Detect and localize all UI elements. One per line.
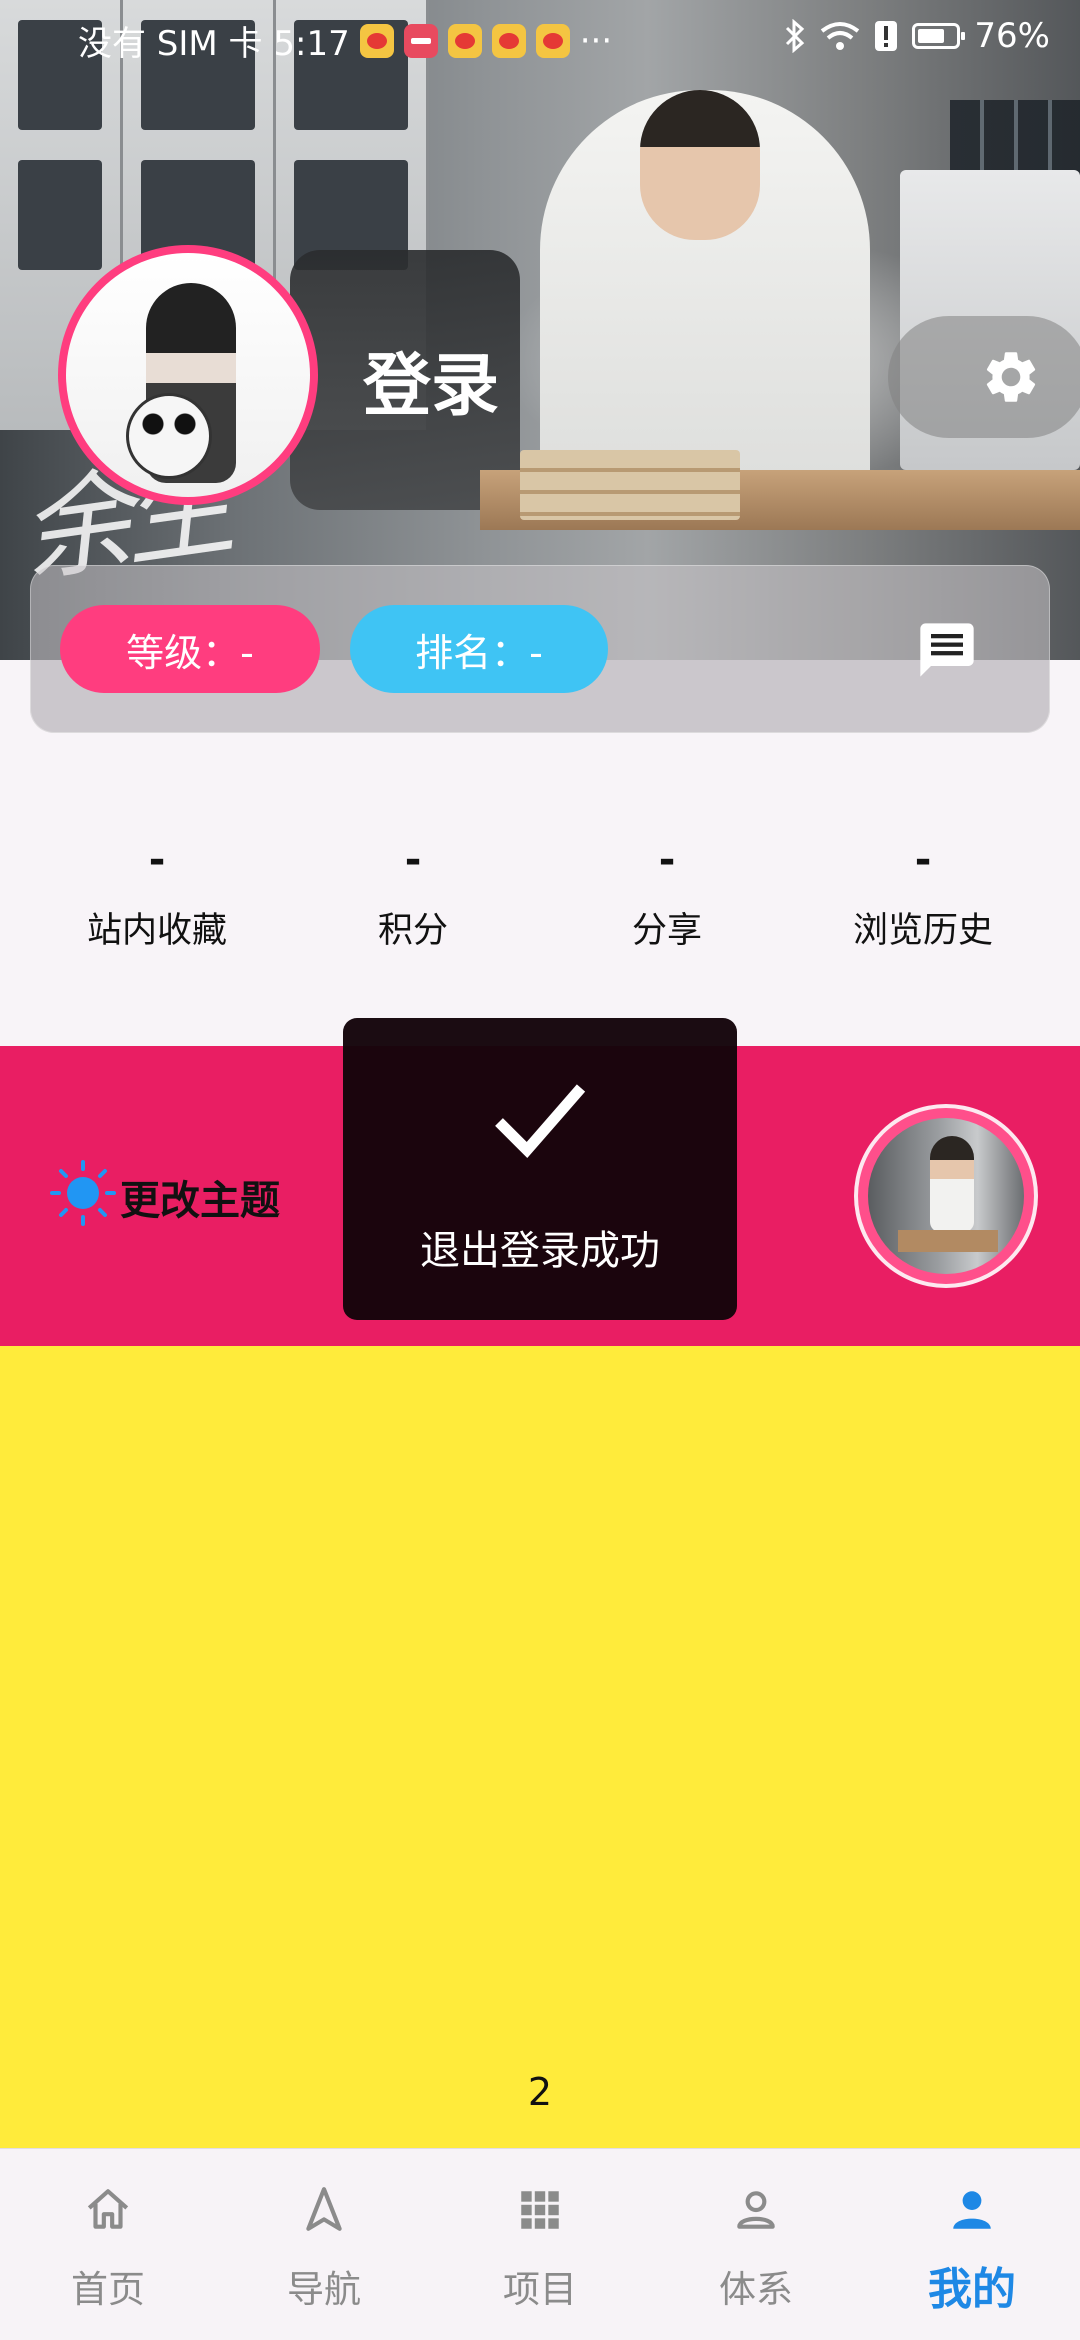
check-icon bbox=[495, 1084, 586, 1159]
avatar-image bbox=[66, 253, 310, 497]
person-outline-icon bbox=[737, 2191, 775, 2229]
status-left: 没有 SIM 卡 5:17 ··· bbox=[78, 16, 612, 65]
page-indicator: 2 bbox=[527, 2070, 553, 2114]
banner-books bbox=[520, 450, 740, 520]
stat-label: 分享 bbox=[631, 911, 702, 951]
nav-item-system[interactable]: 体系 bbox=[648, 2149, 864, 2340]
stat-label: 站内收藏 bbox=[86, 911, 227, 951]
stats-row: - 站内收藏 - 积分 - 分享 - 浏览历史 bbox=[0, 830, 1080, 980]
stat-value: - bbox=[658, 837, 676, 883]
user-avatar[interactable] bbox=[58, 245, 318, 505]
gear-icon[interactable] bbox=[980, 346, 1042, 408]
toast-message: 退出登录成功 bbox=[420, 1228, 660, 1274]
nav-label: 首页 bbox=[71, 2268, 145, 2311]
theme-avatar-image bbox=[868, 1118, 1024, 1274]
stat-favorites[interactable]: - 站内收藏 bbox=[57, 830, 257, 953]
weibo-notification-icon bbox=[359, 23, 394, 58]
nav-label: 体系 bbox=[719, 2268, 793, 2311]
grid-icon bbox=[521, 2191, 559, 2229]
alert-icon bbox=[875, 21, 898, 51]
weibo-notification-icon bbox=[491, 23, 526, 58]
battery-percent: 76% bbox=[974, 16, 1050, 56]
weibo-notification-icon bbox=[535, 23, 570, 58]
theme-avatar[interactable] bbox=[858, 1108, 1034, 1284]
level-label: 等级：- bbox=[126, 630, 254, 675]
stat-share[interactable]: - 分享 bbox=[567, 830, 767, 953]
nav-item-projects[interactable]: 项目 bbox=[432, 2149, 648, 2340]
rank-label: 排名：- bbox=[415, 630, 543, 675]
weibo-notification-icon bbox=[447, 23, 482, 58]
banner-person-head bbox=[640, 90, 760, 240]
login-button[interactable]: 登录 bbox=[363, 330, 499, 429]
stat-points[interactable]: - 积分 bbox=[313, 830, 513, 953]
status-more: ··· bbox=[579, 20, 613, 61]
nav-label: 项目 bbox=[503, 2268, 577, 2311]
navigation-icon bbox=[306, 2187, 342, 2231]
bluetooth-icon bbox=[786, 19, 805, 53]
battery-icon bbox=[912, 23, 966, 49]
nav-label: 导航 bbox=[287, 2268, 361, 2311]
status-right: 76% bbox=[784, 16, 1050, 56]
bottom-navigation: 首页 导航 项目 体系 我的 bbox=[0, 2148, 1080, 2340]
person-filled-icon bbox=[953, 2191, 991, 2229]
stat-history[interactable]: - 浏览历史 bbox=[823, 830, 1023, 953]
stat-label: 浏览历史 bbox=[852, 911, 993, 951]
logout-toast: 退出登录成功 bbox=[343, 1018, 737, 1320]
level-badge[interactable]: 等级：- bbox=[60, 605, 320, 693]
nav-item-mine[interactable]: 我的 bbox=[864, 2149, 1080, 2340]
sun-icon[interactable] bbox=[48, 1158, 118, 1228]
status-carrier-time: 没有 SIM 卡 5:17 bbox=[78, 24, 350, 64]
stat-value: - bbox=[404, 837, 422, 883]
home-icon bbox=[87, 2189, 129, 2229]
profile-page: 余生 没有 SIM 卡 5:17 ··· 76% 登录 等级：- 排名：- - … bbox=[0, 0, 1080, 2340]
message-icon[interactable] bbox=[915, 618, 979, 682]
nav-item-navigation[interactable]: 导航 bbox=[216, 2149, 432, 2340]
nav-label: 我的 bbox=[928, 2264, 1016, 2315]
avatar-panda bbox=[126, 393, 212, 479]
huawei-notification-icon bbox=[403, 23, 438, 58]
status-bar: 没有 SIM 卡 5:17 ··· 76% bbox=[0, 0, 1080, 74]
nav-item-home[interactable]: 首页 bbox=[0, 2149, 216, 2340]
wifi-icon bbox=[821, 22, 860, 50]
rank-badge[interactable]: 排名：- bbox=[350, 605, 608, 693]
content-area bbox=[0, 1346, 1080, 2150]
stat-label: 积分 bbox=[377, 911, 448, 951]
stat-value: - bbox=[914, 837, 932, 883]
change-theme-button[interactable]: 更改主题 bbox=[120, 1168, 280, 1226]
stat-value: - bbox=[148, 837, 166, 883]
